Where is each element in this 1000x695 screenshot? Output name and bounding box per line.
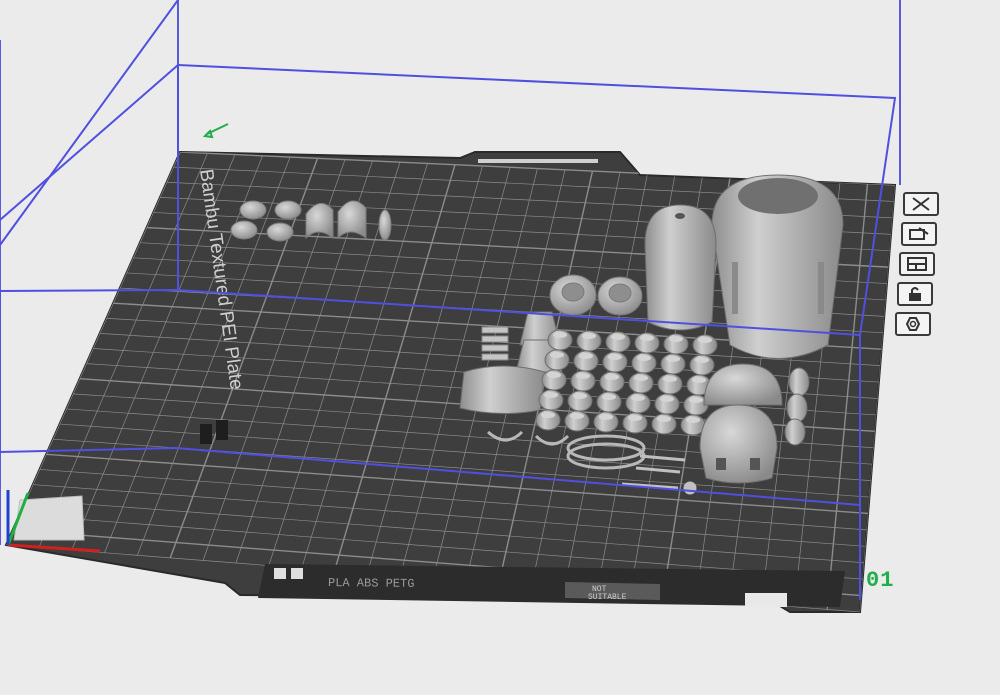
- model-capsule-large[interactable]: [711, 174, 844, 359]
- small-cylinder-top: [611, 334, 625, 340]
- close-button[interactable]: [903, 192, 939, 216]
- small-cylinder-top: [582, 333, 596, 339]
- scene-svg: Bambu Textured PEI Plate PLA ABS PETG NO…: [0, 0, 901, 613]
- small-cylinder-top: [689, 397, 703, 403]
- small-cylinder-top: [637, 355, 651, 361]
- plate-bottom-strip: PLA ABS PETG NOT SUITABLE: [258, 564, 845, 607]
- small-cylinder-top: [544, 392, 558, 398]
- lock-icon: [909, 287, 921, 301]
- small-cylinder-top: [602, 394, 616, 400]
- small-cylinder-top: [698, 337, 712, 343]
- edit-icon[interactable]: [202, 123, 229, 139]
- small-cylinder-top: [541, 412, 555, 418]
- small-cylinder-top: [692, 377, 706, 383]
- small-cylinder-top: [579, 353, 593, 359]
- model-domes[interactable]: [699, 363, 783, 484]
- auto-orient-icon: [909, 227, 929, 240]
- small-cylinder-top: [640, 335, 654, 341]
- plate-notch: [478, 159, 598, 163]
- small-cylinder-top: [599, 414, 613, 420]
- small-cylinder-top: [573, 393, 587, 399]
- small-cylinder-top: [631, 395, 645, 401]
- small-cylinder-top: [547, 372, 561, 378]
- small-cylinder-top: [550, 352, 564, 358]
- small-cylinder-top: [657, 416, 671, 422]
- arrange-icon: [907, 257, 927, 271]
- plate-number[interactable]: 01: [866, 568, 894, 593]
- arrange-button[interactable]: [899, 252, 935, 276]
- small-cylinder-top: [576, 373, 590, 379]
- small-cylinder-top: [686, 417, 700, 423]
- small-cylinder-top: [608, 354, 622, 360]
- small-cylinder-top: [695, 357, 709, 363]
- small-cylinder-top: [634, 375, 648, 381]
- small-cylinder-top: [553, 332, 567, 338]
- close-icon: [912, 197, 930, 211]
- small-cylinder-top: [605, 374, 619, 380]
- settings-icon: [905, 317, 921, 331]
- small-cylinder-top: [663, 376, 677, 382]
- small-cylinder-top: [669, 336, 683, 342]
- auto-orient-button[interactable]: [901, 222, 937, 246]
- suitability-line2: SUITABLE: [588, 593, 627, 602]
- viewport[interactable]: Bambu Textured PEI Plate PLA ABS PETG NO…: [0, 0, 1000, 690]
- settings-button[interactable]: [895, 312, 931, 336]
- filament-types: PLA ABS PETG: [328, 576, 415, 591]
- small-cylinder-top: [660, 396, 674, 402]
- small-cylinder-top: [570, 413, 584, 419]
- small-cylinder-top: [628, 415, 642, 421]
- model-visor[interactable]: [459, 365, 546, 415]
- small-cylinder-top: [666, 356, 680, 362]
- lock-button[interactable]: [897, 282, 933, 306]
- model-capsule-medium[interactable]: [644, 204, 717, 331]
